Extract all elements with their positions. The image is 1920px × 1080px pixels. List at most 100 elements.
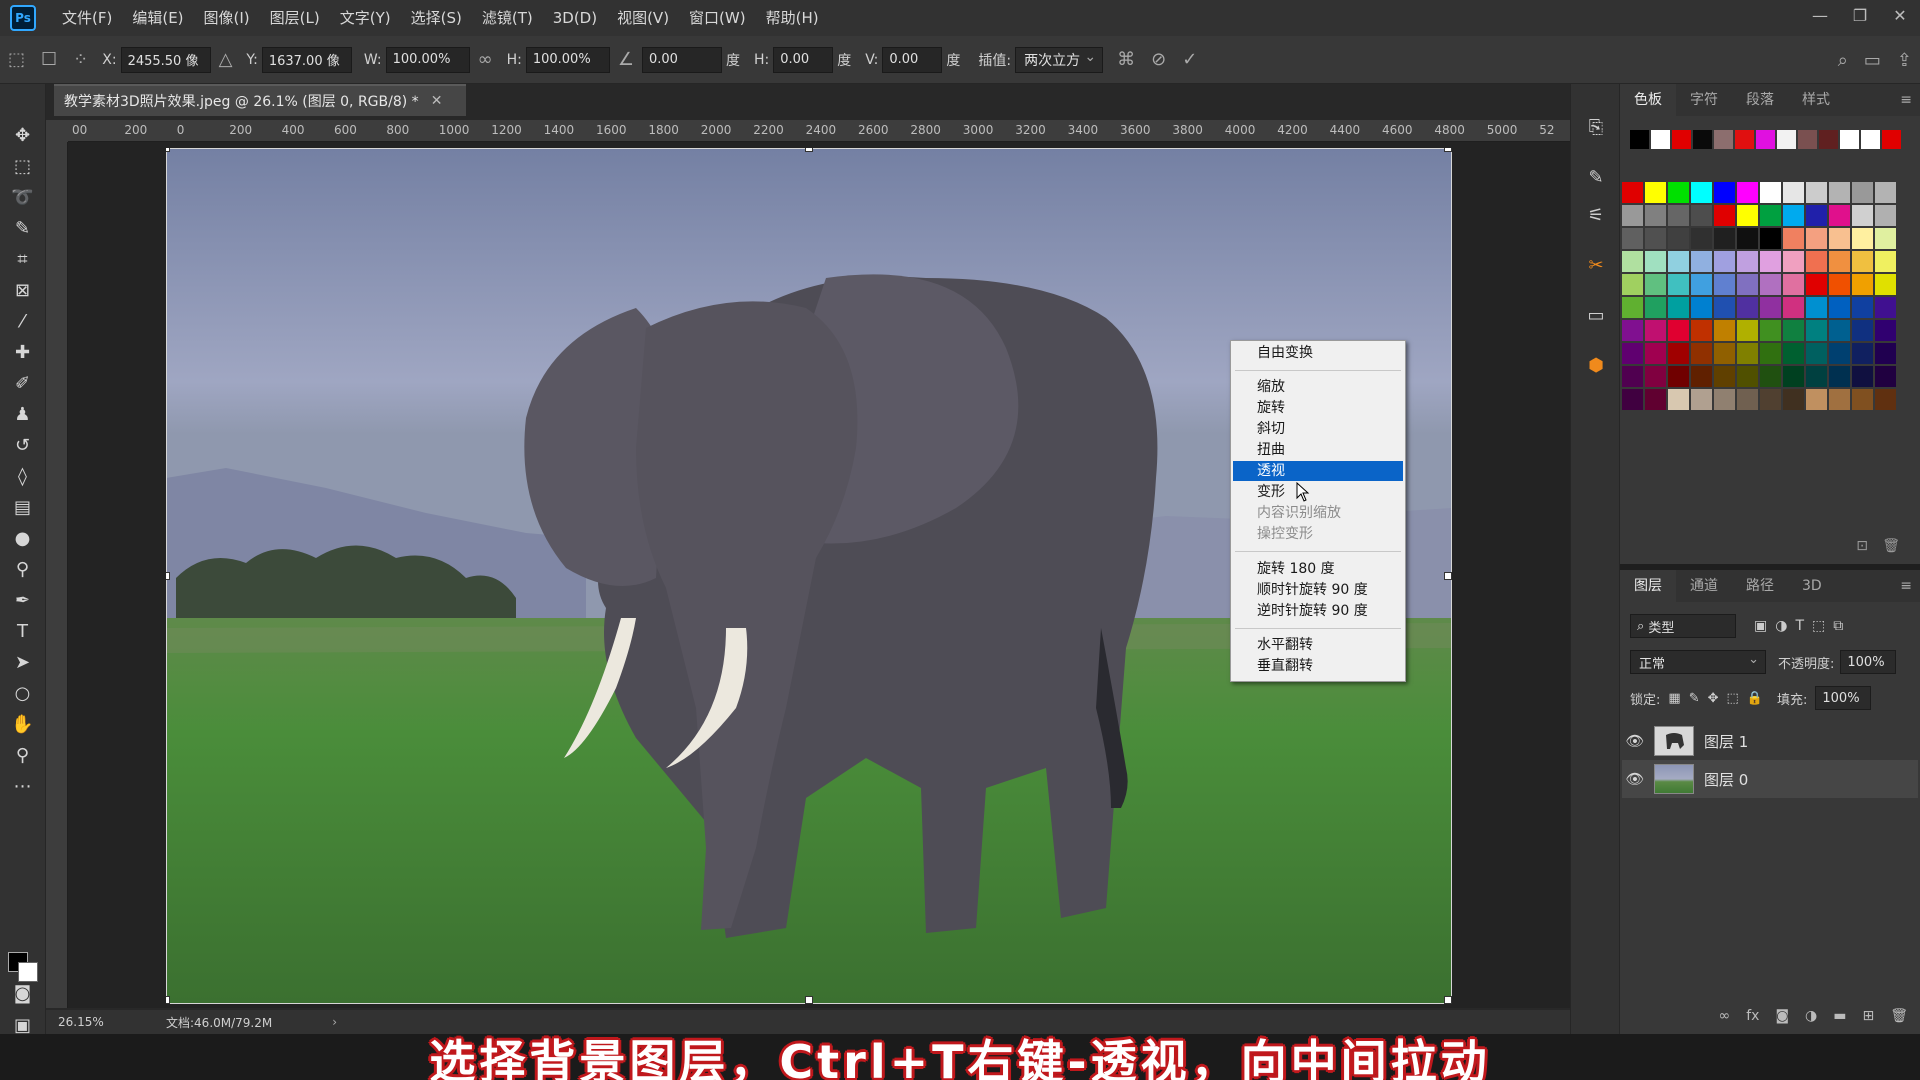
color-swatch[interactable] — [1645, 182, 1666, 203]
color-swatch[interactable] — [1806, 297, 1827, 318]
tab-character[interactable]: 字符 — [1676, 84, 1732, 116]
color-swatch[interactable] — [1645, 228, 1666, 249]
color-swatch[interactable] — [1622, 182, 1643, 203]
transform-handle-right[interactable] — [1444, 572, 1452, 580]
filter-shape-icon[interactable]: ⬚ — [1812, 618, 1825, 634]
menu-rotate[interactable]: 旋转 — [1233, 398, 1403, 418]
interpolation-select[interactable]: 两次立方 — [1015, 46, 1104, 73]
minimize-icon[interactable]: — — [1800, 0, 1840, 30]
filter-adjustment-icon[interactable]: ◑ — [1775, 618, 1787, 634]
color-swatch[interactable] — [1760, 228, 1781, 249]
color-swatch[interactable] — [1651, 130, 1670, 149]
menu-file[interactable]: 文件(F) — [52, 0, 122, 36]
color-swatch[interactable] — [1760, 182, 1781, 203]
lock-image-icon[interactable]: ✎ — [1689, 691, 1700, 706]
color-swatch[interactable] — [1777, 130, 1796, 149]
color-swatch[interactable] — [1829, 366, 1850, 387]
reference-point-toggle-icon[interactable]: ☐ — [41, 49, 57, 70]
color-swatch[interactable] — [1783, 251, 1804, 272]
document-tab[interactable]: 教学素材3D照片效果.jpeg @ 26.1% (图层 0, RGB/8) * … — [54, 84, 466, 116]
quick-select-tool-icon[interactable]: ✎ — [6, 213, 40, 244]
color-swatch[interactable] — [1783, 274, 1804, 295]
color-swatch[interactable] — [1714, 366, 1735, 387]
color-swatch[interactable] — [1783, 320, 1804, 341]
color-swatch[interactable] — [1691, 182, 1712, 203]
color-swatch[interactable] — [1645, 274, 1666, 295]
color-swatch[interactable] — [1819, 130, 1838, 149]
delete-swatch-icon[interactable]: 🗑 — [1882, 538, 1900, 554]
type-tool-icon[interactable]: T — [6, 616, 40, 647]
tools-plugin-icon[interactable]: ✂ — [1583, 252, 1609, 278]
gradient-tool-icon[interactable]: ▤ — [6, 492, 40, 523]
tab-paths[interactable]: 路径 — [1732, 570, 1788, 602]
healing-brush-tool-icon[interactable]: ✚ — [6, 337, 40, 368]
relative-position-icon[interactable]: △ — [219, 49, 233, 70]
menu-filter[interactable]: 滤镜(T) — [472, 0, 543, 36]
color-swatch[interactable] — [1668, 343, 1689, 364]
color-swatch[interactable] — [1737, 389, 1758, 410]
link-layers-icon[interactable]: ∞ — [1719, 1008, 1731, 1024]
color-swatch[interactable] — [1783, 343, 1804, 364]
menu-3d[interactable]: 3D(D) — [543, 0, 607, 36]
rotation-angle-field[interactable]: 0.00 — [641, 46, 722, 73]
transform-tool-icon[interactable]: ⬚ — [8, 49, 25, 70]
color-swatch[interactable] — [1668, 228, 1689, 249]
color-swatch[interactable] — [1622, 366, 1643, 387]
pen-tool-icon[interactable]: ✒ — [6, 585, 40, 616]
menu-rotate-cw[interactable]: 顺时针旋转 90 度 — [1233, 580, 1403, 600]
color-swatch[interactable] — [1668, 182, 1689, 203]
close-document-icon[interactable]: ✕ — [431, 93, 443, 109]
color-swatch[interactable] — [1852, 320, 1873, 341]
color-swatch[interactable] — [1668, 251, 1689, 272]
menu-free-transform[interactable]: 自由变换 — [1233, 343, 1403, 363]
color-swatch[interactable] — [1622, 320, 1643, 341]
frame-tool-icon[interactable]: ⊠ — [6, 275, 40, 306]
new-adjustment-icon[interactable]: ◑ — [1805, 1008, 1817, 1024]
color-swatch[interactable] — [1840, 130, 1859, 149]
menu-help[interactable]: 帮助(H) — [756, 0, 829, 36]
transform-handle-top-right[interactable] — [1444, 148, 1452, 152]
color-swatch[interactable] — [1672, 130, 1691, 149]
layer-row[interactable]: 👁 图层 0 — [1622, 760, 1918, 798]
color-swatch[interactable] — [1806, 343, 1827, 364]
color-swatch[interactable] — [1668, 297, 1689, 318]
color-swatch[interactable] — [1737, 274, 1758, 295]
tab-channels[interactable]: 通道 — [1676, 570, 1732, 602]
new-layer-icon[interactable]: ⊞ — [1862, 1008, 1874, 1024]
x-position-field[interactable]: 2455.50 像 — [120, 46, 211, 73]
filter-smart-object-icon[interactable]: ⧉ — [1833, 618, 1843, 634]
color-swatch[interactable] — [1861, 130, 1880, 149]
color-swatch[interactable] — [1714, 251, 1735, 272]
color-swatch[interactable] — [1852, 366, 1873, 387]
color-swatch[interactable] — [1714, 228, 1735, 249]
color-swatch[interactable] — [1622, 343, 1643, 364]
transform-handle-bottom-left[interactable] — [166, 996, 170, 1004]
color-swatch[interactable] — [1829, 343, 1850, 364]
eraser-tool-icon[interactable]: ◊ — [6, 461, 40, 492]
filter-pixel-icon[interactable]: ▣ — [1754, 618, 1767, 634]
restore-icon[interactable]: ❐ — [1840, 0, 1880, 30]
opacity-field[interactable]: 100% — [1840, 650, 1897, 674]
properties-icon[interactable]: ▭ — [1583, 302, 1609, 328]
color-swatch[interactable] — [1852, 343, 1873, 364]
3d-plugin-icon[interactable]: ⬢ — [1583, 352, 1609, 378]
hand-tool-icon[interactable]: ✋ — [6, 709, 40, 740]
lasso-tool-icon[interactable]: ➰ — [6, 182, 40, 213]
color-swatch[interactable] — [1714, 130, 1733, 149]
color-swatch[interactable] — [1852, 274, 1873, 295]
crop-tool-icon[interactable]: ⌗ — [6, 244, 40, 275]
link-icon[interactable]: ∞ — [478, 49, 493, 70]
color-swatch[interactable] — [1691, 251, 1712, 272]
color-swatch[interactable] — [1783, 182, 1804, 203]
cancel-transform-icon[interactable]: ⊘ — [1151, 49, 1166, 70]
h-skew-field[interactable]: 0.00 — [773, 46, 834, 73]
tab-paragraph[interactable]: 段落 — [1732, 84, 1788, 116]
width-field[interactable]: 100.00% — [385, 46, 470, 73]
history-panel-icon[interactable]: ⎘ — [1583, 114, 1609, 140]
zoom-tool-icon[interactable]: ⚲ — [6, 740, 40, 771]
color-swatch[interactable] — [1691, 297, 1712, 318]
color-swatch[interactable] — [1829, 251, 1850, 272]
color-swatch[interactable] — [1806, 389, 1827, 410]
color-swatch[interactable] — [1783, 228, 1804, 249]
layer-row[interactable]: 👁 图层 1 — [1622, 722, 1918, 760]
